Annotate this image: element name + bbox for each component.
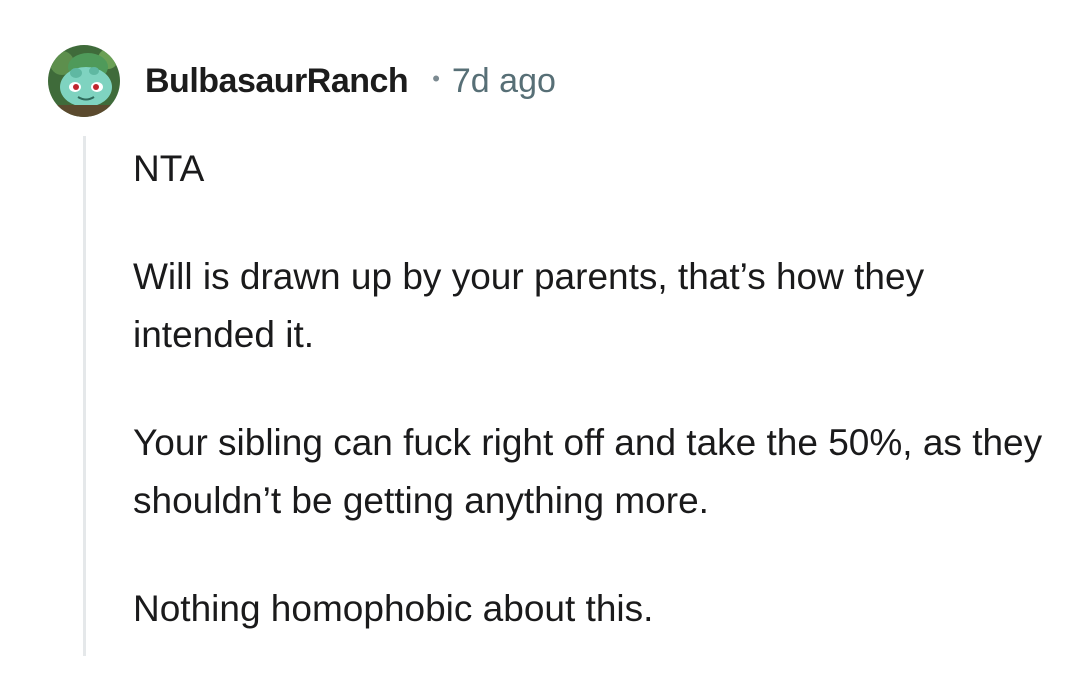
comment: BulbasaurRanch • 7d ago NTA Will is draw… <box>0 0 1079 656</box>
comment-paragraph: Will is drawn up by your parents, that’s… <box>133 256 925 355</box>
comment-body: NTA Will is drawn up by your parents, th… <box>133 140 1063 688</box>
bulbasaur-avatar-icon[interactable] <box>48 45 120 117</box>
author-username[interactable]: BulbasaurRanch <box>145 62 409 101</box>
comment-paragraph: Nothing homophobic about this. <box>133 588 654 629</box>
meta-separator: • <box>432 66 440 91</box>
thread-line[interactable] <box>83 136 86 656</box>
comment-paragraph: Your sibling can fuck right off and take… <box>133 422 1043 521</box>
comment-timestamp[interactable]: 7d ago <box>452 62 556 101</box>
comment-paragraph: NTA <box>133 148 205 189</box>
comment-header: BulbasaurRanch • 7d ago <box>48 44 556 118</box>
